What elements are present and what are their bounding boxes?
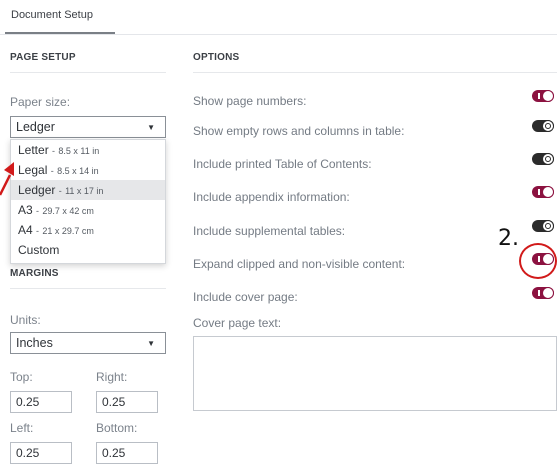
options-divider xyxy=(193,72,557,73)
page-setup-divider xyxy=(10,72,166,73)
bottom-margin-label: Bottom: xyxy=(96,421,138,435)
tab-bar: Document Setup xyxy=(0,0,557,35)
top-margin-input[interactable]: 0.25 xyxy=(10,391,72,413)
top-margin-label: Top: xyxy=(10,370,33,384)
option-label-cover-page: Include cover page: xyxy=(193,290,298,304)
units-select[interactable]: Inches ▼ xyxy=(10,332,166,354)
toggle-supplemental-tables[interactable] xyxy=(532,220,554,232)
option-label-table-of-contents: Include printed Table of Contents: xyxy=(193,157,372,171)
annotation-circle xyxy=(519,243,557,279)
chevron-down-icon: ▼ xyxy=(147,339,155,348)
paper-size-select[interactable]: Ledger ▼ xyxy=(10,116,166,138)
cover-page-text-label: Cover page text: xyxy=(193,316,282,330)
paper-option-ledger[interactable]: Ledger - 11 x 17 in xyxy=(11,180,165,200)
option-label-empty-rows: Show empty rows and columns in table: xyxy=(193,124,405,138)
units-label: Units: xyxy=(10,313,41,327)
toggle-empty-rows[interactable] xyxy=(532,120,554,132)
chevron-down-icon: ▼ xyxy=(147,123,155,132)
paper-option-a3[interactable]: A3 - 29.7 x 42 cm xyxy=(11,200,165,220)
toggle-appendix[interactable] xyxy=(532,186,554,198)
option-label-page-numbers: Show page numbers: xyxy=(193,94,307,108)
option-label-supplemental-tables: Include supplemental tables: xyxy=(193,224,346,238)
paper-option-custom[interactable]: Custom xyxy=(11,240,165,260)
cover-page-text-input[interactable] xyxy=(193,336,557,411)
annotation-number: 2. xyxy=(498,226,519,251)
units-value: Inches xyxy=(16,336,53,350)
bottom-margin-input[interactable]: 0.25 xyxy=(96,442,158,464)
toggle-page-numbers[interactable] xyxy=(532,90,554,102)
options-heading: OPTIONS xyxy=(193,52,240,63)
annotation-arrow xyxy=(0,162,14,196)
left-margin-label: Left: xyxy=(10,421,34,435)
toggle-cover-page[interactable] xyxy=(532,287,554,299)
paper-option-legal[interactable]: Legal - 8.5 x 14 in xyxy=(11,160,165,180)
margins-divider xyxy=(10,288,166,289)
paper-size-dropdown: Letter - 8.5 x 11 in Legal - 8.5 x 14 in… xyxy=(10,139,166,264)
toggle-table-of-contents[interactable] xyxy=(532,153,554,165)
option-label-expand-clipped: Expand clipped and non-visible content: xyxy=(193,257,406,271)
right-margin-label: Right: xyxy=(96,370,128,384)
margins-heading: MARGINS xyxy=(10,268,59,279)
page-setup-heading: PAGE SETUP xyxy=(10,52,76,63)
paper-size-label: Paper size: xyxy=(10,95,71,109)
left-margin-input[interactable]: 0.25 xyxy=(10,442,72,464)
paper-option-a4[interactable]: A4 - 21 x 29.7 cm xyxy=(11,220,165,240)
paper-option-letter[interactable]: Letter - 8.5 x 11 in xyxy=(11,140,165,160)
option-label-appendix: Include appendix information: xyxy=(193,190,350,204)
paper-size-value: Ledger xyxy=(16,120,55,134)
tab-document-setup[interactable]: Document Setup xyxy=(11,9,93,21)
right-margin-input[interactable]: 0.25 xyxy=(96,391,158,413)
active-tab-indicator xyxy=(5,32,115,34)
